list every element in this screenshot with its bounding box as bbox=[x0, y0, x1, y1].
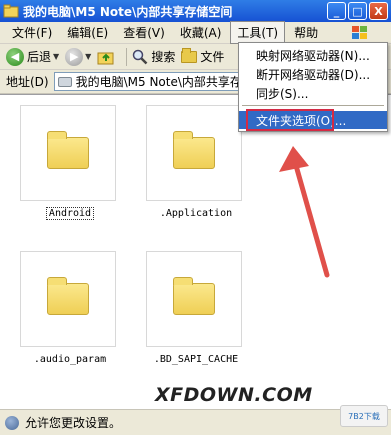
drive-icon bbox=[57, 76, 72, 87]
chevron-down-icon[interactable]: ▼ bbox=[85, 52, 91, 61]
search-icon bbox=[133, 49, 148, 64]
folder-label: .Application bbox=[136, 208, 256, 219]
folder-label: Android bbox=[10, 207, 130, 220]
menu-bar: 文件(F) 编辑(E) 查看(V) 收藏(A) 工具(T) 帮助 bbox=[0, 21, 391, 44]
folder-label: .audio_param bbox=[10, 354, 130, 365]
folder-icon bbox=[47, 277, 89, 315]
back-label: 后退 bbox=[27, 50, 52, 64]
status-bar: 允许您更改设置。 bbox=[0, 409, 391, 435]
up-folder-icon bbox=[97, 52, 114, 64]
folder-window-icon bbox=[3, 4, 19, 18]
folder-item-android[interactable]: Android bbox=[10, 105, 130, 255]
forward-button[interactable]: ▶ ▼ bbox=[65, 47, 91, 66]
forward-arrow-icon: ▶ bbox=[65, 47, 84, 66]
folders-icon bbox=[181, 47, 198, 63]
folder-label: .BD_SAPI_CACHE bbox=[136, 354, 256, 365]
search-label: 搜索 bbox=[151, 50, 176, 64]
folder-item-audio-param[interactable]: .audio_param bbox=[10, 251, 130, 401]
menu-separator bbox=[242, 105, 384, 106]
folder-name: .audio_param bbox=[33, 354, 107, 365]
minimize-button[interactable]: _ bbox=[327, 2, 346, 20]
menu-item-disconnect-network-drive[interactable]: 断开网络驱动器(D)... bbox=[239, 65, 387, 83]
menu-favorites[interactable]: 收藏(A) bbox=[174, 22, 228, 43]
menu-help[interactable]: 帮助 bbox=[288, 22, 324, 43]
menu-tools[interactable]: 工具(T) bbox=[230, 21, 286, 44]
chevron-down-icon[interactable]: ▼ bbox=[53, 52, 59, 61]
status-text: 允许您更改设置。 bbox=[25, 416, 122, 430]
folder-icon bbox=[173, 131, 215, 169]
windows-logo-icon bbox=[351, 25, 369, 41]
tools-dropdown-menu: 映射网络驱动器(N)... 断开网络驱动器(D)... 同步(S)... 文件夹… bbox=[238, 42, 388, 132]
folder-thumbnail bbox=[146, 105, 242, 201]
search-button[interactable]: 搜索 bbox=[132, 48, 175, 65]
address-label: 地址(D) bbox=[6, 75, 49, 89]
address-input[interactable]: 我的电脑\M5 Note\内部共享存储 bbox=[53, 72, 244, 91]
folders-label: 文件 bbox=[200, 50, 225, 64]
title-bar: 我的电脑\M5 Note\内部共享存储空间 _ □ X bbox=[0, 0, 391, 22]
menu-file[interactable]: 文件(F) bbox=[6, 22, 58, 43]
address-path: 我的电脑\M5 Note\内部共享存储 bbox=[75, 75, 244, 89]
folder-thumbnail bbox=[20, 105, 116, 201]
folder-name: .Application bbox=[159, 208, 233, 219]
menu-view[interactable]: 查看(V) bbox=[117, 22, 171, 43]
highlight-callout-box bbox=[246, 109, 334, 131]
back-arrow-icon: ◀ bbox=[6, 47, 24, 66]
folder-thumbnail bbox=[20, 251, 116, 347]
folder-icon bbox=[173, 277, 215, 315]
folder-icon bbox=[47, 131, 89, 169]
watermark-text: XFDOWN.COM bbox=[155, 384, 313, 406]
maximize-button[interactable]: □ bbox=[348, 2, 367, 20]
folders-button[interactable]: 文件 bbox=[181, 47, 225, 65]
annotation-arrow-icon bbox=[279, 146, 330, 278]
status-info-icon bbox=[5, 415, 19, 430]
close-button[interactable]: X bbox=[369, 2, 388, 20]
folder-item-bd-sapi-cache[interactable]: .BD_SAPI_CACHE bbox=[136, 251, 256, 401]
menu-item-map-network-drive[interactable]: 映射网络驱动器(N)... bbox=[239, 46, 387, 64]
toolbar-divider bbox=[126, 47, 128, 66]
corner-badge: 7B2下载 bbox=[340, 405, 388, 427]
menu-item-synchronize[interactable]: 同步(S)... bbox=[239, 84, 387, 102]
folder-thumbnail bbox=[146, 251, 242, 347]
back-button[interactable]: ◀ 后退 ▼ bbox=[6, 47, 59, 66]
folder-name: .BD_SAPI_CACHE bbox=[153, 354, 239, 365]
folder-name: Android bbox=[45, 207, 95, 220]
menu-edit[interactable]: 编辑(E) bbox=[61, 22, 114, 43]
up-folder-button[interactable] bbox=[97, 49, 115, 65]
window-title: 我的电脑\M5 Note\内部共享存储空间 bbox=[23, 4, 233, 19]
